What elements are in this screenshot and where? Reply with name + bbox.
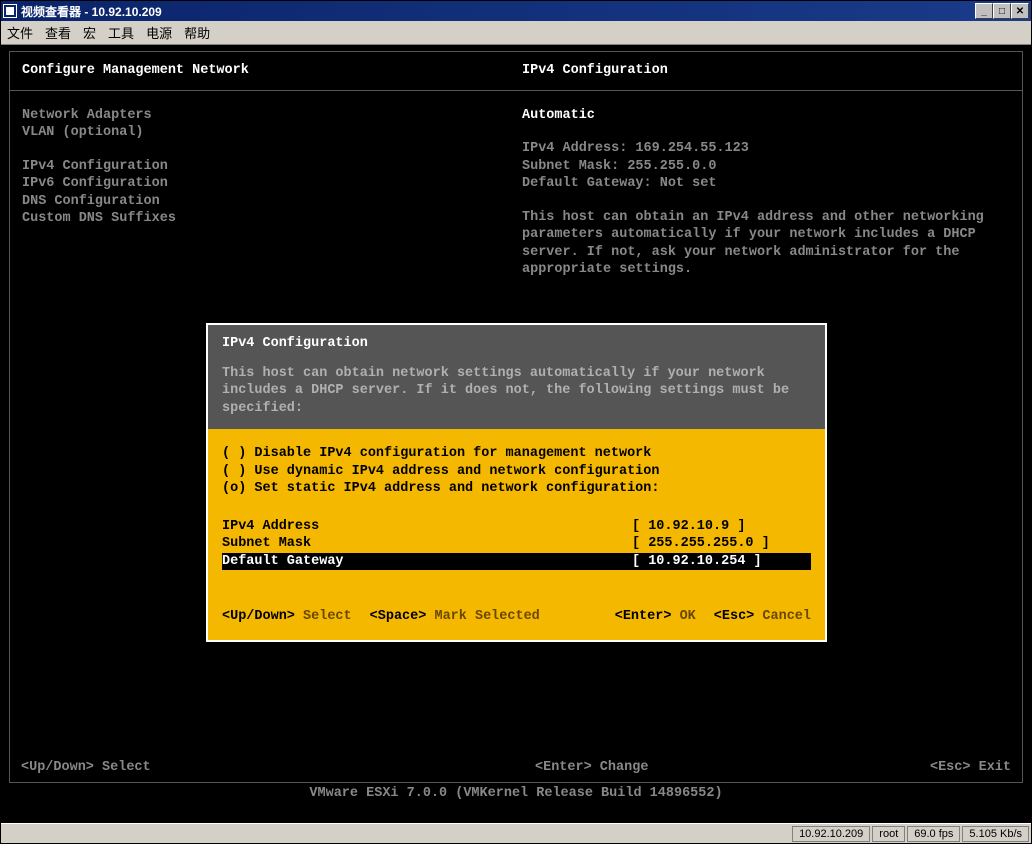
info-desc2: parameters automatically if your network… [522,226,1010,244]
field-subnet-mask[interactable]: Subnet Mask [ 255.255.255.0 ] [222,535,811,553]
hint-enter-act: OK [680,609,696,624]
panel-header: Configure Management Network IPv4 Config… [10,52,1022,91]
nav-network-adapters[interactable]: Network Adapters [22,107,522,125]
viewer-window: 视频查看器 - 10.92.10.209 _ □ ✕ 文件 查看 宏 工具 电源… [0,0,1032,844]
field-ipv4-address[interactable]: IPv4 Address [ 10.92.10.9 ] [222,518,811,536]
nav-vlan[interactable]: VLAN (optional) [22,124,522,142]
status-ip: 10.92.10.209 [792,826,870,842]
menu-macro[interactable]: 宏 [83,23,96,42]
field-subnet-value[interactable]: [ 255.255.255.0 ] [632,535,770,553]
panel-title-left: Configure Management Network [22,62,522,80]
dialog-desc3: specified: [222,400,811,418]
bottom-hints: <Up/Down> Select <Enter> Change <Esc> Ex… [21,759,1011,777]
panel-body: Network Adapters VLAN (optional) IPv4 Co… [10,91,1022,295]
nav-dns[interactable]: DNS Configuration [22,193,522,211]
hint-space-key: <Space> [370,609,427,624]
nav-list: Network Adapters VLAN (optional) IPv4 Co… [22,107,522,279]
radio-dynamic-ipv4[interactable]: ( ) Use dynamic IPv4 address and network… [222,463,811,481]
maximize-button[interactable]: □ [993,3,1011,19]
field-gateway-value[interactable]: [ 10.92.10.254 ] [632,553,762,571]
nav-dns-suffixes[interactable]: Custom DNS Suffixes [22,210,522,228]
radio-static-ipv4[interactable]: (o) Set static IPv4 address and network … [222,480,811,498]
menubar: 文件 查看 宏 工具 电源 帮助 [1,21,1031,45]
app-icon [3,4,17,18]
menu-view[interactable]: 查看 [45,23,71,42]
window-title: 视频查看器 - 10.92.10.209 [21,3,975,20]
info-gateway: Default Gateway: Not set [522,175,1010,193]
dialog-desc1: This host can obtain network settings au… [222,365,811,383]
radio-disable-ipv4[interactable]: ( ) Disable IPv4 configuration for manag… [222,445,811,463]
panel-title-right: IPv4 Configuration [522,62,668,80]
titlebar: 视频查看器 - 10.92.10.209 _ □ ✕ [1,1,1031,21]
hint-esc-act: Cancel [762,609,811,624]
info-desc3: server. If not, ask your network adminis… [522,244,1010,262]
nav-ipv6[interactable]: IPv6 Configuration [22,175,522,193]
dialog-body: ( ) Disable IPv4 configuration for manag… [208,429,825,640]
hint-updown-act: Select [303,609,352,624]
status-bandwidth: 5.105 Kb/s [962,826,1029,842]
close-button[interactable]: ✕ [1011,3,1029,19]
dialog-footer: <Up/Down> Select <Space> Mark Selected <… [222,608,811,626]
field-ipv4-label: IPv4 Address [222,518,632,536]
field-default-gateway[interactable]: Default Gateway [ 10.92.10.254 ] [222,553,811,571]
statusbar: 10.92.10.209 root 69.0 fps 5.105 Kb/s [1,823,1031,843]
hint-esc-key: <Esc> [714,609,755,624]
ipv4-config-dialog: IPv4 Configuration This host can obtain … [206,323,827,642]
console-area: Configure Management Network IPv4 Config… [1,45,1031,823]
menu-tools[interactable]: 工具 [108,23,134,42]
hint-bottom-esc: <Esc> Exit [930,759,1011,777]
info-desc4: appropriate settings. [522,261,1010,279]
minimize-button[interactable]: _ [975,3,993,19]
menu-help[interactable]: 帮助 [184,23,210,42]
hint-bottom-updown: <Up/Down> Select [21,759,151,777]
nav-ipv4[interactable]: IPv4 Configuration [22,158,522,176]
hint-space-act: Mark Selected [434,609,539,624]
status-fps: 69.0 fps [907,826,960,842]
info-panel: Automatic IPv4 Address: 169.254.55.123 S… [522,107,1010,279]
dialog-desc2: includes a DHCP server. If it does not, … [222,382,811,400]
info-desc1: This host can obtain an IPv4 address and… [522,209,1010,227]
info-subnet: Subnet Mask: 255.255.0.0 [522,158,1010,176]
menu-file[interactable]: 文件 [7,23,33,42]
hint-updown-key: <Up/Down> [222,609,295,624]
field-gateway-label: Default Gateway [222,553,632,571]
info-ipv4-addr: IPv4 Address: 169.254.55.123 [522,140,1010,158]
field-block: IPv4 Address [ 10.92.10.9 ] Subnet Mask … [222,518,811,571]
info-automatic: Automatic [522,107,1010,125]
status-user: root [872,826,905,842]
hint-bottom-enter: <Enter> Change [535,759,648,777]
window-controls: _ □ ✕ [975,3,1029,19]
menu-power[interactable]: 电源 [146,23,172,42]
hint-enter-key: <Enter> [615,609,672,624]
dialog-title: IPv4 Configuration [222,335,811,353]
field-ipv4-value[interactable]: [ 10.92.10.9 ] [632,518,745,536]
dialog-header: IPv4 Configuration This host can obtain … [208,325,825,429]
field-subnet-label: Subnet Mask [222,535,632,553]
version-line: VMware ESXi 7.0.0 (VMKernel Release Buil… [1,785,1031,803]
